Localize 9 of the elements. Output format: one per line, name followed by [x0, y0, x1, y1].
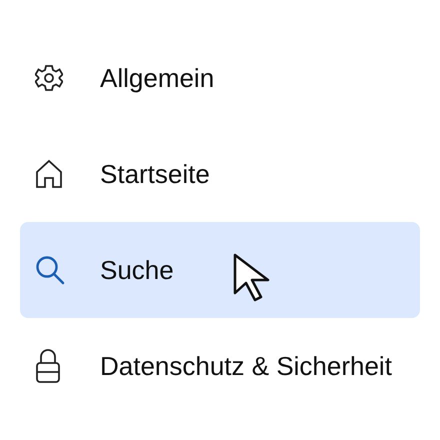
- search-icon: [35, 255, 65, 285]
- menu-item[interactable]: Datenschutz & Sicherheit: [20, 318, 420, 414]
- menu-item[interactable]: Allgemein: [20, 30, 420, 126]
- cursor-icon: [232, 252, 272, 302]
- menu-item[interactable]: Suche: [20, 222, 420, 318]
- gear-icon: [35, 64, 63, 92]
- home-icon: [35, 159, 63, 189]
- lock-icon: [35, 348, 61, 384]
- menu-item[interactable]: Startseite: [20, 126, 420, 222]
